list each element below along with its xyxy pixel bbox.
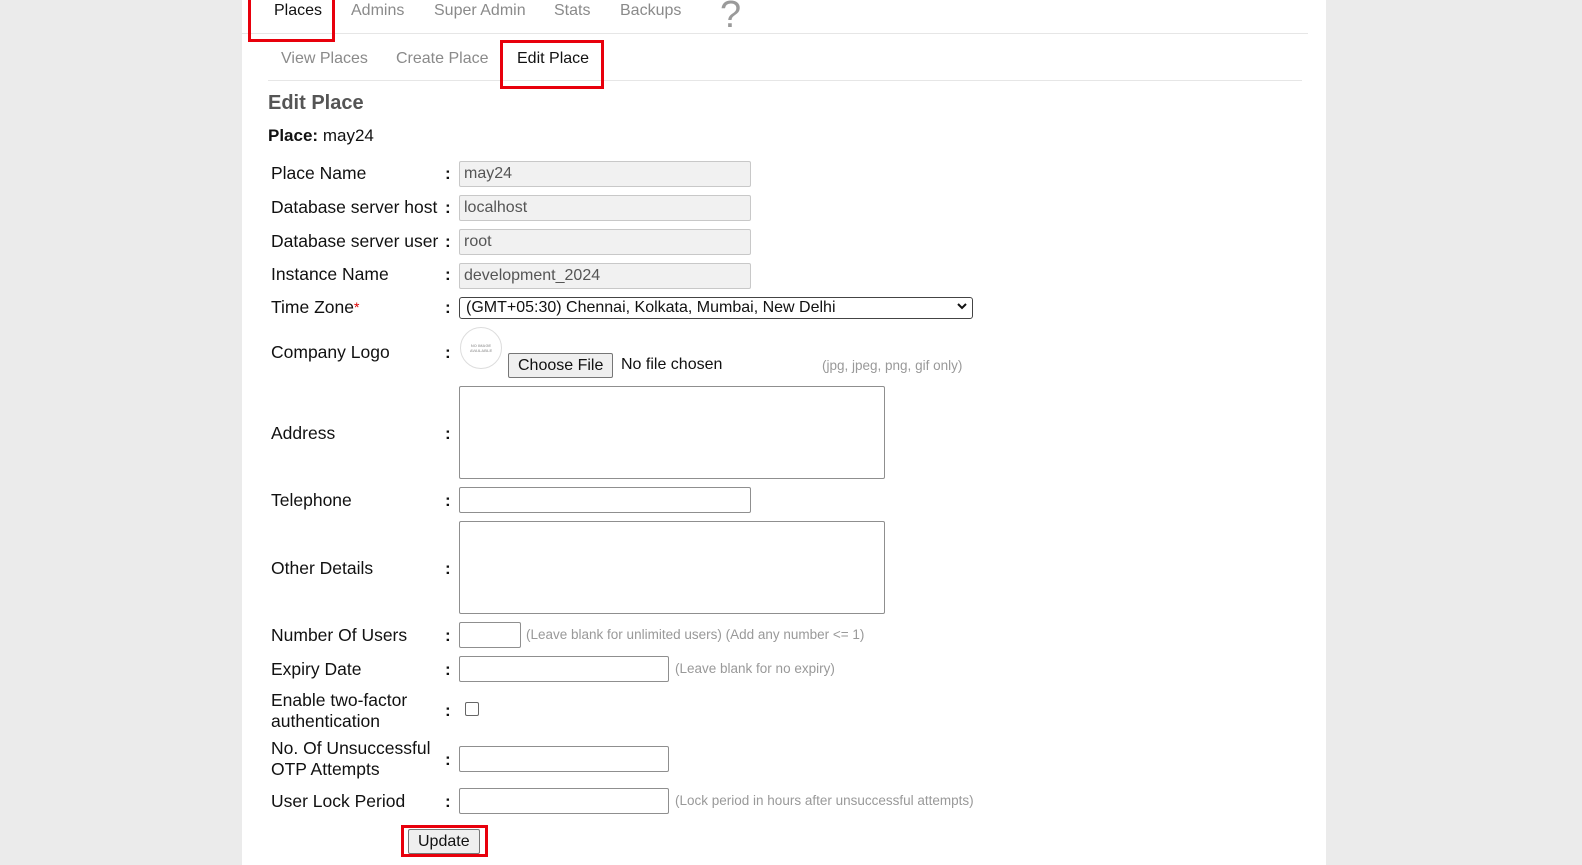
content-panel: Places Admins Super Admin Stats Backups … bbox=[242, 0, 1326, 865]
expiry-date-hint: (Leave blank for no expiry) bbox=[675, 661, 835, 676]
db-host-field[interactable]: localhost bbox=[459, 195, 751, 221]
db-user-label: Database server user bbox=[271, 231, 439, 251]
sub-nav: View Places Create Place Edit Place bbox=[268, 34, 1302, 81]
instance-name-label: Instance Name bbox=[271, 264, 389, 284]
place-name-field[interactable]: may24 bbox=[459, 161, 751, 187]
time-zone-selected-value: (GMT+05:30) Chennai, Kolkata, Mumbai, Ne… bbox=[466, 299, 836, 316]
place-name-label: Place Name bbox=[271, 163, 367, 183]
update-button-highlight bbox=[401, 825, 488, 857]
address-textarea[interactable] bbox=[459, 386, 885, 479]
user-lock-period-field[interactable] bbox=[459, 788, 669, 814]
choose-file-button[interactable]: Choose File bbox=[508, 353, 614, 378]
colon: : bbox=[445, 660, 451, 679]
logo-placeholder-image: NO IMAGE AVAILABLE bbox=[460, 327, 502, 369]
question-mark-icon[interactable]: ? bbox=[720, 0, 741, 37]
top-nav: Places Admins Super Admin Stats Backups … bbox=[242, 0, 1308, 37]
address-label: Address bbox=[271, 423, 336, 443]
tab-view-places[interactable]: View Places bbox=[281, 50, 368, 68]
colon: : bbox=[445, 792, 451, 811]
colon: : bbox=[445, 198, 451, 217]
other-details-textarea[interactable] bbox=[459, 521, 885, 614]
user-lock-period-label: User Lock Period bbox=[271, 791, 406, 811]
colon: : bbox=[445, 232, 451, 251]
tab-admins[interactable]: Admins bbox=[351, 2, 404, 20]
two-factor-label: Enable two-factor authentication bbox=[271, 690, 407, 732]
required-asterisk: * bbox=[354, 299, 360, 315]
otp-attempts-label: No. Of Unsuccessful OTP Attempts bbox=[271, 738, 431, 780]
otp-attempts-field[interactable] bbox=[459, 746, 669, 772]
page-title: Edit Place bbox=[268, 92, 364, 114]
telephone-field[interactable] bbox=[459, 487, 751, 513]
otp-attempts-label-line2: OTP Attempts bbox=[271, 759, 380, 779]
db-user-field[interactable]: root bbox=[459, 229, 751, 255]
tab-create-place[interactable]: Create Place bbox=[396, 50, 489, 68]
edit-place-tab-highlight bbox=[500, 40, 604, 89]
colon: : bbox=[445, 298, 451, 317]
colon: : bbox=[445, 491, 451, 510]
colon: : bbox=[445, 626, 451, 645]
user-lock-period-hint: (Lock period in hours after unsuccessful… bbox=[675, 793, 974, 808]
tab-stats[interactable]: Stats bbox=[554, 2, 590, 20]
colon: : bbox=[445, 750, 451, 769]
place-label: Place: bbox=[268, 126, 319, 145]
colon: : bbox=[445, 164, 451, 183]
otp-attempts-label-line1: No. Of Unsuccessful bbox=[271, 738, 431, 758]
db-host-label: Database server host bbox=[271, 197, 438, 217]
colon: : bbox=[445, 559, 451, 578]
two-factor-checkbox[interactable] bbox=[465, 702, 479, 716]
place-summary: Place: may24 bbox=[268, 126, 374, 146]
company-logo-label: Company Logo bbox=[271, 342, 390, 362]
instance-name-field[interactable]: development_2024 bbox=[459, 263, 751, 289]
number-of-users-field[interactable] bbox=[459, 622, 521, 648]
chevron-down-icon bbox=[956, 300, 968, 315]
time-zone-select[interactable]: (GMT+05:30) Chennai, Kolkata, Mumbai, Ne… bbox=[459, 297, 973, 319]
time-zone-label-text: Time Zone bbox=[271, 297, 354, 317]
two-factor-label-line1: Enable two-factor bbox=[271, 690, 408, 710]
other-details-label: Other Details bbox=[271, 558, 374, 578]
telephone-label: Telephone bbox=[271, 490, 352, 510]
number-of-users-label: Number Of Users bbox=[271, 625, 408, 645]
expiry-date-label: Expiry Date bbox=[271, 659, 362, 679]
tab-backups[interactable]: Backups bbox=[620, 2, 681, 20]
colon: : bbox=[445, 424, 451, 443]
file-status-text: No file chosen bbox=[621, 356, 723, 373]
time-zone-label: Time Zone* bbox=[271, 297, 359, 318]
colon: : bbox=[445, 343, 451, 362]
expiry-date-field[interactable] bbox=[459, 656, 669, 682]
logo-format-hint: (jpg, jpeg, png, gif only) bbox=[822, 358, 963, 373]
place-value: may24 bbox=[322, 126, 374, 145]
tab-super-admin[interactable]: Super Admin bbox=[434, 2, 526, 20]
number-of-users-hint: (Leave blank for unlimited users) (Add a… bbox=[526, 627, 865, 642]
colon: : bbox=[445, 701, 451, 720]
colon: : bbox=[445, 265, 451, 284]
two-factor-label-line2: authentication bbox=[271, 711, 380, 731]
